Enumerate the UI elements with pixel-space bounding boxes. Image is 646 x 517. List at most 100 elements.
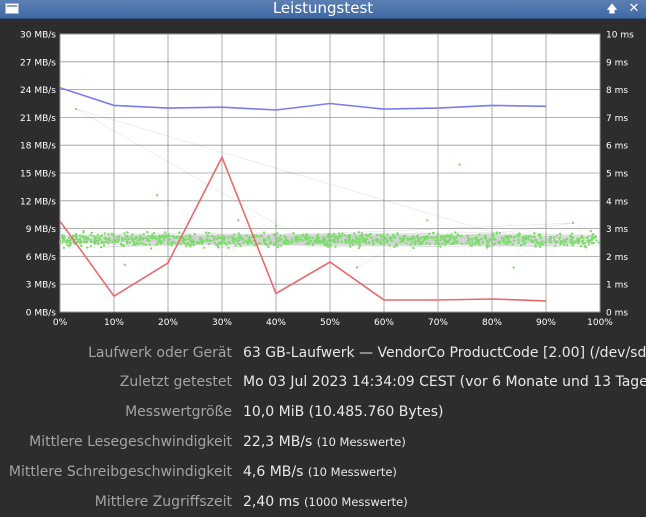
access-time-point [549, 237, 552, 240]
access-time-point [207, 242, 211, 246]
access-time-point [406, 238, 410, 241]
access-time-point [451, 235, 455, 239]
info-value: 22,3 MB/s (10 Messwerte) [243, 431, 406, 453]
access-time-point [317, 241, 320, 244]
access-time-point [62, 246, 66, 249]
access-time-point [73, 234, 76, 238]
access-time-point [570, 242, 573, 245]
info-row-access-time: Mittlere Zugriffszeit 2,40 ms (1000 Mess… [0, 491, 646, 513]
access-time-point [498, 231, 501, 235]
access-time-point [100, 234, 103, 238]
access-time-point [179, 242, 182, 245]
access-time-point [511, 243, 514, 246]
access-time-point [182, 239, 185, 242]
title-bar[interactable]: Leistungstest 🡅 ✕ [0, 0, 646, 19]
y-left-tick-label: 9 MB/s [26, 225, 57, 235]
access-time-point [173, 236, 176, 239]
access-time-point [239, 244, 242, 247]
access-time-point [108, 239, 112, 242]
x-tick-label: 20% [158, 318, 178, 328]
access-time-point [309, 239, 313, 243]
access-time-point [505, 240, 509, 243]
access-time-point [276, 237, 280, 240]
access-time-point [207, 231, 210, 235]
access-time-point [125, 242, 129, 245]
access-time-point [248, 237, 251, 241]
access-time-point [326, 240, 329, 244]
access-time-point [126, 231, 129, 234]
access-time-point [454, 231, 457, 234]
access-time-point [274, 224, 278, 227]
access-time-point [263, 241, 266, 244]
access-time-point [280, 244, 283, 247]
info-value-main: 2,40 ms [243, 494, 300, 510]
access-time-point [336, 238, 339, 241]
access-time-point [279, 234, 282, 238]
access-time-point [486, 241, 489, 245]
access-time-point [380, 239, 383, 242]
access-time-point [298, 239, 301, 242]
access-time-point [163, 231, 167, 234]
access-time-point [245, 234, 248, 238]
access-time-point [84, 235, 87, 239]
access-time-point [75, 237, 78, 241]
access-time-point [206, 235, 209, 238]
up-arrow-icon[interactable]: 🡅 [604, 1, 620, 16]
access-time-point [174, 242, 177, 245]
access-time-point [79, 237, 82, 240]
access-time-point [315, 238, 318, 241]
access-time-point [340, 234, 343, 237]
access-time-point [128, 241, 132, 244]
access-time-point [355, 266, 359, 269]
y-right-tick-label: 9 ms [606, 58, 628, 68]
access-time-point [329, 244, 332, 248]
info-value: 10,0 MiB (10.485.760 Bytes) [243, 401, 443, 423]
access-time-point [365, 237, 369, 241]
access-time-point [434, 243, 437, 246]
access-time-point [354, 240, 357, 243]
access-time-point [475, 236, 478, 239]
access-time-point [384, 237, 387, 241]
access-time-point [67, 236, 71, 239]
access-time-point [89, 244, 93, 248]
access-time-point [403, 235, 406, 239]
info-value: 63 GB-Laufwerk — VendorCo ProductCode [2… [243, 342, 646, 364]
access-time-point [367, 241, 370, 244]
access-time-point [553, 238, 556, 242]
access-time-point [221, 235, 224, 238]
access-time-point [439, 245, 442, 248]
access-time-point [197, 241, 200, 244]
access-time-point [307, 240, 310, 243]
access-time-point [166, 242, 170, 245]
access-time-point [135, 242, 138, 245]
access-time-point [89, 238, 93, 242]
access-time-point [334, 240, 337, 243]
access-time-point [587, 239, 590, 243]
access-time-point [451, 241, 454, 245]
access-time-point [83, 238, 87, 241]
access-time-point [357, 246, 361, 250]
access-time-point [78, 234, 82, 237]
access-time-point [327, 235, 331, 238]
access-time-point [268, 238, 271, 241]
access-time-point [242, 242, 245, 245]
access-time-point [409, 243, 412, 246]
access-time-point [335, 235, 338, 239]
access-time-point [144, 236, 147, 240]
info-value-note: (10 Messwerte) [307, 465, 397, 479]
access-time-point [103, 232, 107, 235]
access-time-point [449, 237, 452, 240]
access-time-point [121, 244, 124, 247]
access-time-point [484, 234, 487, 237]
info-value-main: 22,3 MB/s [243, 434, 313, 450]
access-time-point [412, 235, 415, 238]
info-row-read-speed: Mittlere Lesegeschwindigkeit 22,3 MB/s (… [0, 431, 646, 453]
access-time-point [444, 236, 448, 239]
access-time-point [244, 239, 247, 243]
access-time-point [504, 242, 508, 246]
access-time-point [357, 231, 361, 234]
close-icon[interactable]: ✕ [626, 1, 642, 16]
access-time-point [157, 234, 161, 237]
access-time-point [380, 242, 383, 245]
access-time-point [305, 242, 308, 245]
